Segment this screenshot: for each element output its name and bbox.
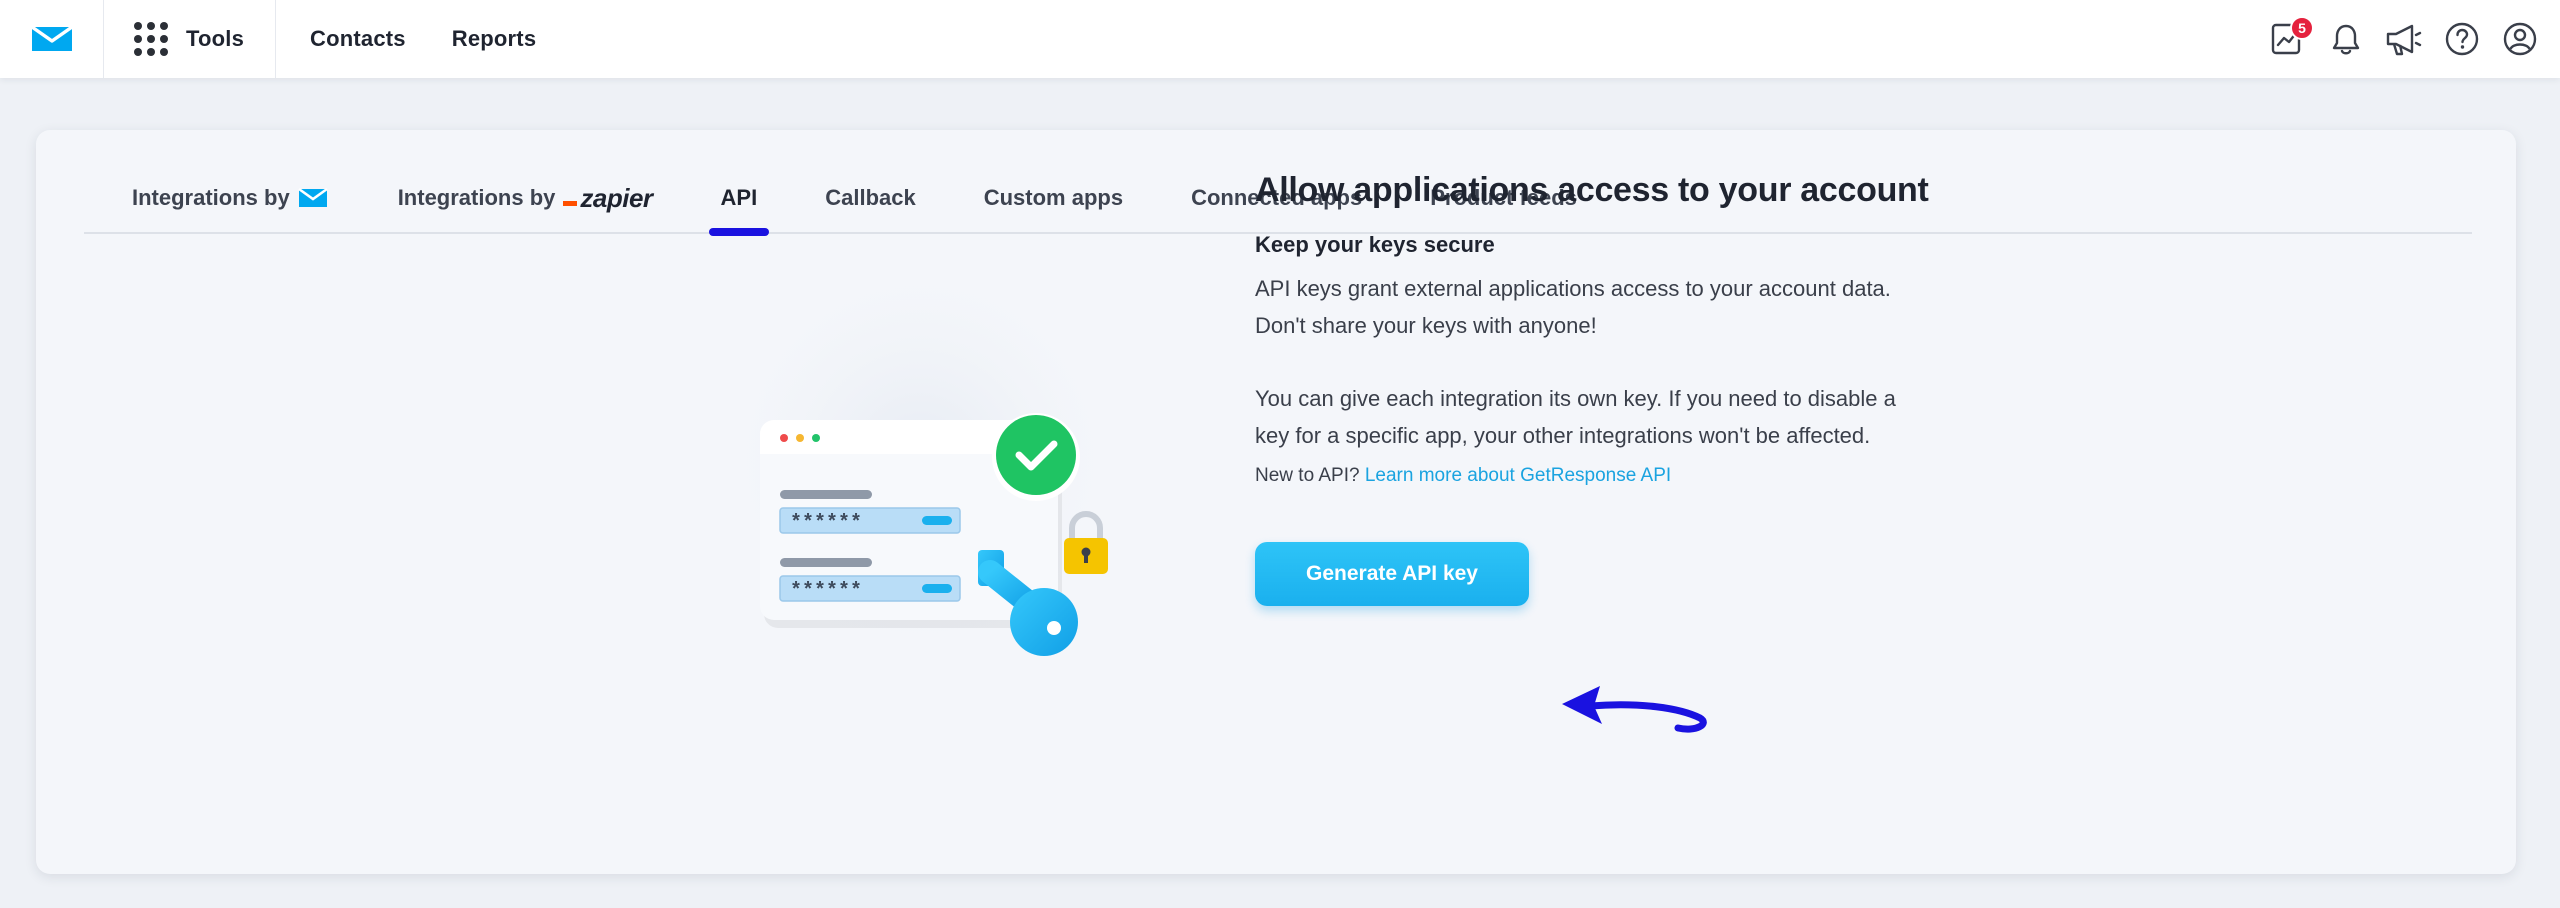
help-button[interactable] (2442, 19, 2482, 59)
zapier-logo: zapier (563, 185, 653, 211)
tab-label: API (720, 185, 758, 210)
tab-api[interactable]: API (708, 128, 770, 236)
chart-report-button[interactable]: 5 (2268, 16, 2314, 59)
svg-text:******: ****** (790, 580, 862, 603)
announcements-button[interactable] (2384, 19, 2424, 59)
nav-reports[interactable]: Reports (452, 26, 537, 52)
bell-icon (2332, 24, 2360, 55)
user-avatar-icon (2503, 22, 2537, 56)
tab-integrations-getresponse[interactable]: Integrations by (132, 128, 328, 232)
getresponse-envelope-icon (297, 187, 328, 207)
main-nav: Contacts Reports (310, 26, 536, 52)
api-keys-illustration: ****** ****** (705, 250, 1135, 670)
annotation-arrow-icon (1562, 686, 1707, 733)
getresponse-logo[interactable] (0, 0, 104, 78)
learn-more-api-link[interactable]: Learn more about GetResponse API (1365, 465, 1671, 486)
top-bar: Tools Contacts Reports 5 (0, 0, 2560, 78)
check-circle-icon (992, 413, 1080, 501)
notification-badge: 5 (2290, 16, 2314, 40)
tab-label: Custom apps (983, 185, 1124, 210)
help-icon (2445, 22, 2479, 56)
description-paragraph-2: You can give each integration its own ke… (1255, 386, 1896, 448)
envelope-logo-icon (30, 25, 73, 51)
tab-label: Integrations by (132, 185, 290, 210)
tab-label: Callback (825, 185, 916, 210)
grid-dots-icon (134, 22, 168, 56)
tab-custom-apps[interactable]: Custom apps (984, 128, 1123, 232)
top-right-icons: 5 (2268, 0, 2540, 78)
account-button[interactable] (2500, 19, 2540, 59)
help-prefix: New to API? (1255, 465, 1360, 486)
tab-integrations-zapier[interactable]: Integrations by zapier (398, 128, 653, 232)
generate-api-key-button[interactable]: Generate API key (1255, 542, 1529, 606)
nav-contacts[interactable]: Contacts (310, 26, 406, 52)
section-subtitle: Keep your keys secure (1255, 232, 1495, 257)
svg-text:******: ****** (790, 512, 862, 535)
description-paragraph-1: API keys grant external applications acc… (1255, 276, 1891, 338)
tools-menu-button[interactable]: Tools (104, 0, 276, 78)
tools-label: Tools (186, 26, 245, 51)
help-text: New to API? Learn more about GetResponse… (1255, 462, 1955, 490)
megaphone-icon (2386, 24, 2422, 56)
page-title: Allow applications access to your accoun… (1255, 171, 1929, 209)
active-tab-indicator (708, 228, 770, 236)
tab-label: Integrations by (397, 185, 556, 210)
tab-callback[interactable]: Callback (825, 128, 916, 232)
notifications-button[interactable] (2326, 19, 2366, 59)
api-intro-section: Allow applications access to your accoun… (1255, 168, 1955, 606)
